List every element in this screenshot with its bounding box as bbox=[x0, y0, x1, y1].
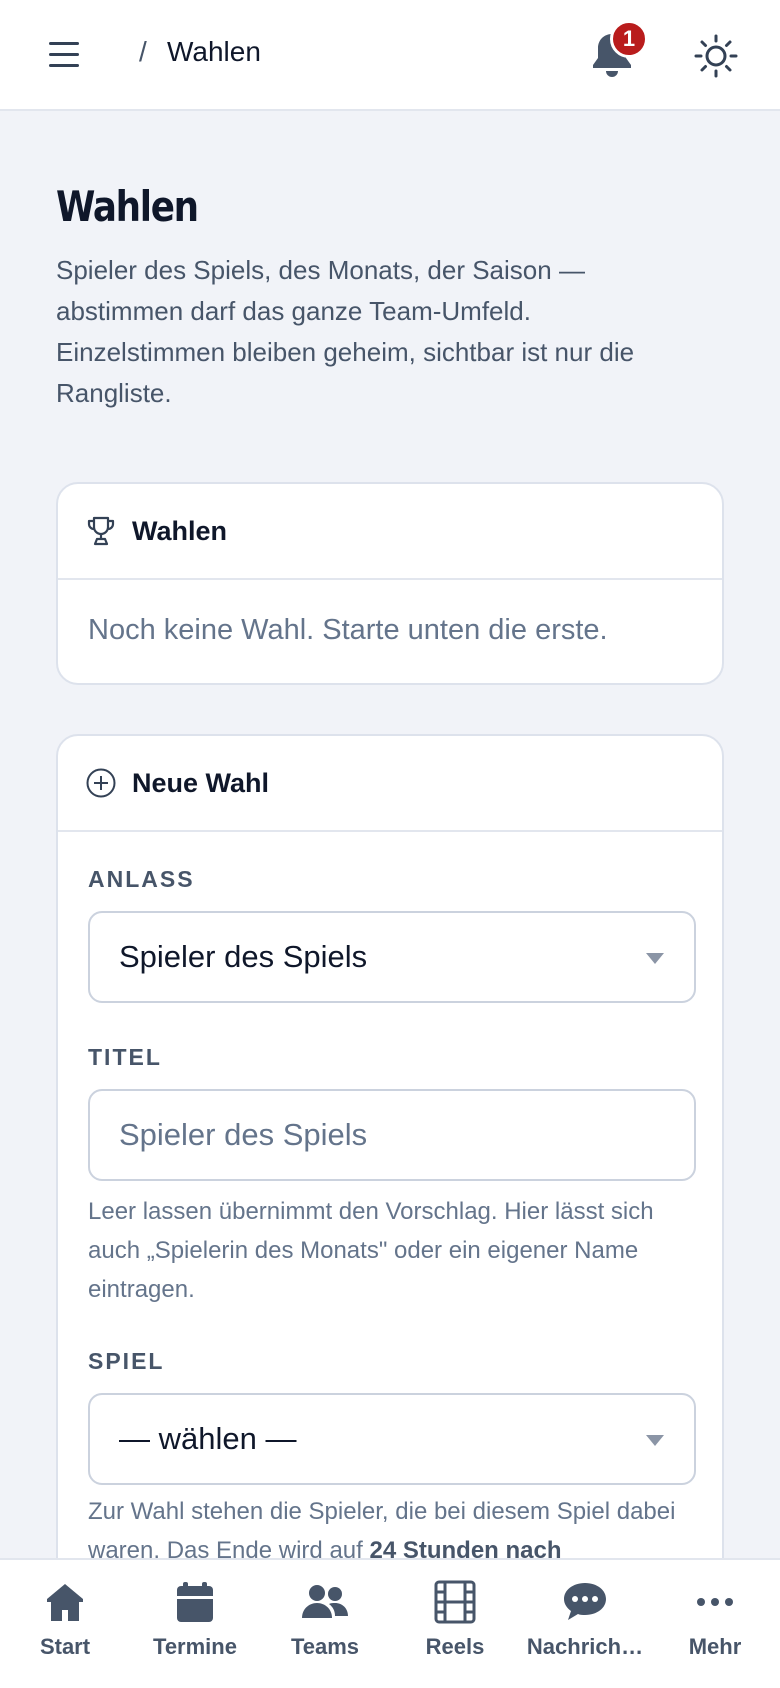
home-icon bbox=[47, 1584, 83, 1621]
title-input-placeholder: Spieler des Spiels bbox=[119, 1117, 368, 1152]
title-label: TITEL bbox=[88, 1044, 162, 1070]
new-poll-card: Neue Wahl ANLASS Spieler des Spiels TITE… bbox=[56, 734, 724, 1594]
polls-empty-text: Noch keine Wahl. Starte unten die erste. bbox=[88, 613, 608, 646]
nav-item-nachrichten[interactable]: Nachrich… bbox=[520, 1580, 650, 1680]
chevron-down-icon bbox=[646, 1435, 664, 1446]
nav-label-reels: Reels bbox=[425, 1634, 485, 1659]
occasion-label: ANLASS bbox=[88, 866, 195, 892]
nav-label-nachrichten: Nachrich… bbox=[526, 1634, 644, 1659]
plus-circle-icon bbox=[86, 768, 116, 798]
chevron-down-icon bbox=[646, 953, 664, 964]
nav-item-termine[interactable]: Termine bbox=[130, 1580, 260, 1680]
title-input[interactable]: Spieler des Spiels bbox=[88, 1089, 696, 1181]
nav-item-start[interactable]: Start bbox=[0, 1580, 130, 1680]
trophy-icon bbox=[87, 516, 115, 546]
nav-item-mehr[interactable]: Mehr bbox=[650, 1580, 780, 1680]
bottom-navigation: Start Termine Teams Reels Nachrich… Mehr bbox=[0, 1558, 780, 1688]
new-poll-title: Neue Wahl bbox=[132, 767, 270, 798]
page-title: Wahlen bbox=[56, 182, 199, 231]
polls-card-title: Wahlen bbox=[132, 515, 228, 546]
notification-badge: 1 bbox=[610, 20, 648, 58]
occasion-select[interactable]: Spieler des Spiels bbox=[88, 911, 696, 1003]
nav-label-start: Start bbox=[39, 1634, 91, 1659]
nav-label-mehr: Mehr bbox=[688, 1634, 742, 1659]
nav-item-teams[interactable]: Teams bbox=[260, 1580, 390, 1680]
users-icon bbox=[302, 1585, 348, 1618]
film-icon bbox=[434, 1580, 476, 1624]
chat-icon bbox=[564, 1583, 606, 1620]
new-poll-header: Neue Wahl bbox=[58, 736, 722, 832]
nav-item-reels[interactable]: Reels bbox=[390, 1580, 520, 1680]
game-select-value: — wählen — bbox=[119, 1421, 297, 1456]
polls-card: Wahlen Noch keine Wahl. Starte unten die… bbox=[56, 482, 724, 685]
polls-card-header: Wahlen bbox=[58, 484, 722, 580]
game-select[interactable]: — wählen — bbox=[88, 1393, 696, 1485]
nav-label-termine: Termine bbox=[153, 1634, 237, 1659]
calendar-icon bbox=[177, 1582, 213, 1622]
nav-label-teams: Teams bbox=[290, 1634, 360, 1659]
top-bar: / Wahlen 1 bbox=[0, 0, 780, 111]
breadcrumb-separator: / bbox=[139, 36, 147, 67]
occasion-select-value: Spieler des Spiels bbox=[119, 939, 368, 974]
more-icon bbox=[697, 1598, 733, 1606]
menu-icon[interactable] bbox=[40, 34, 90, 74]
title-help-text: Leer lassen übernimmt den Vorschlag. Hie… bbox=[88, 1198, 654, 1303]
sun-icon[interactable] bbox=[692, 32, 740, 80]
page-description: Spieler des Spiels, des Monats, der Sais… bbox=[56, 255, 635, 408]
breadcrumb-title: Wahlen bbox=[167, 36, 261, 67]
game-label: SPIEL bbox=[88, 1348, 165, 1374]
